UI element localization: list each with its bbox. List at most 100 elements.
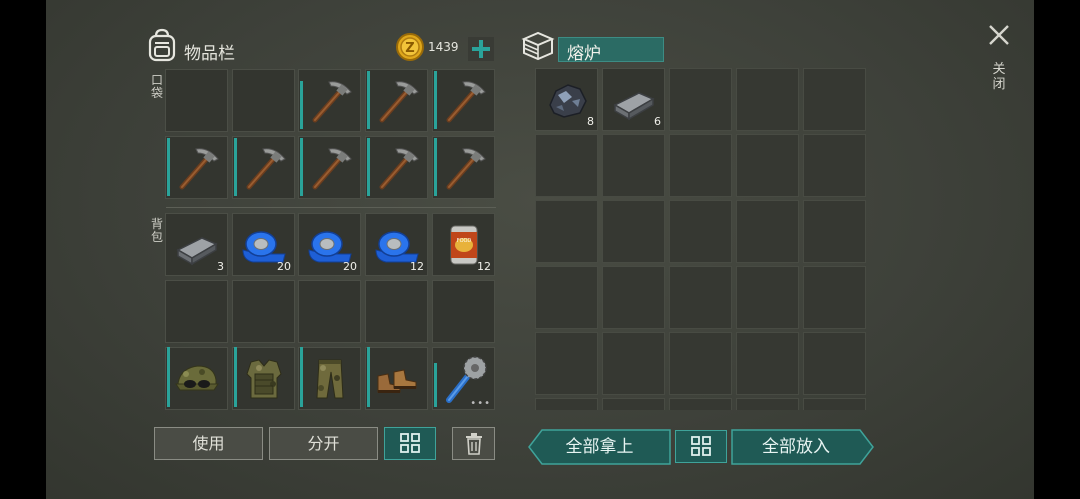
inventory-slot[interactable] xyxy=(803,332,866,395)
grid-icon xyxy=(691,436,711,456)
saw-mace-icon xyxy=(446,356,487,403)
camo-vest-icon xyxy=(246,359,282,399)
pickaxe-icon xyxy=(312,148,352,190)
inventory-slot[interactable] xyxy=(669,68,732,131)
inventory-slot[interactable] xyxy=(365,280,428,343)
inventory-slot[interactable] xyxy=(669,134,732,197)
inventory-slot[interactable]: 3 xyxy=(165,213,228,276)
inventory-slot[interactable] xyxy=(669,398,732,410)
inventory-slot[interactable]: 12 xyxy=(365,213,428,276)
take-all-button[interactable]: 全部拿上 xyxy=(528,430,671,464)
close-label: 关闭 xyxy=(992,62,1006,92)
sort-inventory-button[interactable] xyxy=(384,427,436,460)
plus-icon xyxy=(472,40,490,58)
furnace-title: 熔炉 xyxy=(567,44,601,64)
inventory-slot[interactable] xyxy=(803,266,866,329)
close-icon xyxy=(989,25,1009,45)
container-icon xyxy=(521,31,555,61)
inventory-slot[interactable] xyxy=(736,266,799,329)
furnace-grid: 86 xyxy=(535,68,869,410)
durability-bar xyxy=(300,347,303,407)
inventory-slot[interactable] xyxy=(365,347,428,410)
inventory-slot[interactable]: ••• xyxy=(432,347,495,410)
inventory-slot[interactable] xyxy=(298,280,361,343)
boots-icon xyxy=(377,369,417,393)
split-button[interactable]: 分开 xyxy=(269,427,378,460)
item-count: 12 xyxy=(410,260,424,273)
pockets-label: 口袋 xyxy=(150,73,163,100)
inventory-slot[interactable] xyxy=(432,136,495,199)
svg-text:Z: Z xyxy=(405,41,414,56)
use-button[interactable]: 使用 xyxy=(154,427,263,460)
inventory-slot[interactable] xyxy=(298,347,361,410)
inventory-slot[interactable] xyxy=(602,200,665,263)
inventory-slot[interactable]: 6 xyxy=(602,68,665,131)
put-all-button[interactable]: 全部放入 xyxy=(731,430,861,464)
inventory-slot[interactable] xyxy=(736,332,799,395)
trash-button[interactable] xyxy=(452,427,495,460)
inventory-slot[interactable] xyxy=(298,69,361,132)
inventory-slot[interactable] xyxy=(535,398,598,410)
inventory-slot[interactable] xyxy=(232,69,295,132)
inventory-slot[interactable] xyxy=(232,347,295,410)
pickaxe-icon xyxy=(446,81,486,123)
durability-bar xyxy=(300,138,303,196)
inventory-slot[interactable] xyxy=(602,266,665,329)
inventory-slot[interactable]: 8 xyxy=(535,68,598,131)
inventory-slot[interactable] xyxy=(365,69,428,132)
inventory-slot[interactable] xyxy=(432,280,495,343)
item-count: 20 xyxy=(343,260,357,273)
item-count: 20 xyxy=(277,260,291,273)
durability-bar xyxy=(234,347,237,407)
game-screen: 物品栏 Z 1439 口袋 背包 使用 分开 熔炉 8 6 全部拿上 全部放入 … xyxy=(46,0,1034,499)
trash-icon xyxy=(466,433,482,455)
grid-icon xyxy=(400,433,420,453)
pickaxe-icon xyxy=(379,81,419,123)
durability-bar xyxy=(367,138,370,196)
inventory-slot[interactable] xyxy=(602,398,665,410)
inventory-slot[interactable] xyxy=(365,136,428,199)
inventory-slot[interactable] xyxy=(602,134,665,197)
inventory-slot[interactable] xyxy=(602,332,665,395)
inventory-slot[interactable] xyxy=(232,280,295,343)
inventory-slot[interactable] xyxy=(736,68,799,131)
durability-bar xyxy=(167,347,170,407)
inventory-slot[interactable] xyxy=(432,69,495,132)
item-count: 6 xyxy=(654,115,661,128)
inventory-slot[interactable]: FOOD 12 xyxy=(432,213,495,276)
inventory-slot[interactable] xyxy=(535,266,598,329)
inventory-slot[interactable]: 20 xyxy=(298,213,361,276)
inventory-slot[interactable] xyxy=(803,134,866,197)
inventory-slot[interactable] xyxy=(232,136,295,199)
inventory-slot[interactable] xyxy=(165,347,228,410)
pickaxe-icon xyxy=(246,148,286,190)
close-button[interactable]: 关闭 xyxy=(984,22,1014,102)
inventory-slot[interactable] xyxy=(669,332,732,395)
durability-bar xyxy=(434,71,437,129)
inventory-slot[interactable] xyxy=(535,200,598,263)
inventory-slot[interactable] xyxy=(669,200,732,263)
inventory-slot[interactable] xyxy=(535,134,598,197)
inventory-title: 物品栏 xyxy=(184,44,235,64)
inventory-slot[interactable] xyxy=(165,136,228,199)
inventory-slot[interactable] xyxy=(803,68,866,131)
durability-bar xyxy=(234,138,237,196)
inventory-slot[interactable] xyxy=(736,398,799,410)
inventory-slot[interactable] xyxy=(736,200,799,263)
inventory-slot[interactable] xyxy=(803,200,866,263)
inventory-slot[interactable] xyxy=(669,266,732,329)
backpack-label: 背包 xyxy=(150,217,163,244)
backpack-icon xyxy=(148,28,176,62)
inventory-slot[interactable] xyxy=(298,136,361,199)
inventory-slot[interactable] xyxy=(803,398,866,410)
iron-bar-icon xyxy=(176,237,218,266)
inventory-slot[interactable] xyxy=(535,332,598,395)
inventory-slot[interactable]: 20 xyxy=(232,213,295,276)
coin-count: 1439 xyxy=(428,40,459,54)
add-coins-button[interactable] xyxy=(468,37,494,61)
iron-ore-icon xyxy=(549,84,587,118)
inventory-slot[interactable] xyxy=(165,280,228,343)
inventory-slot[interactable] xyxy=(165,69,228,132)
sort-furnace-button[interactable] xyxy=(675,430,727,463)
inventory-slot[interactable] xyxy=(736,134,799,197)
